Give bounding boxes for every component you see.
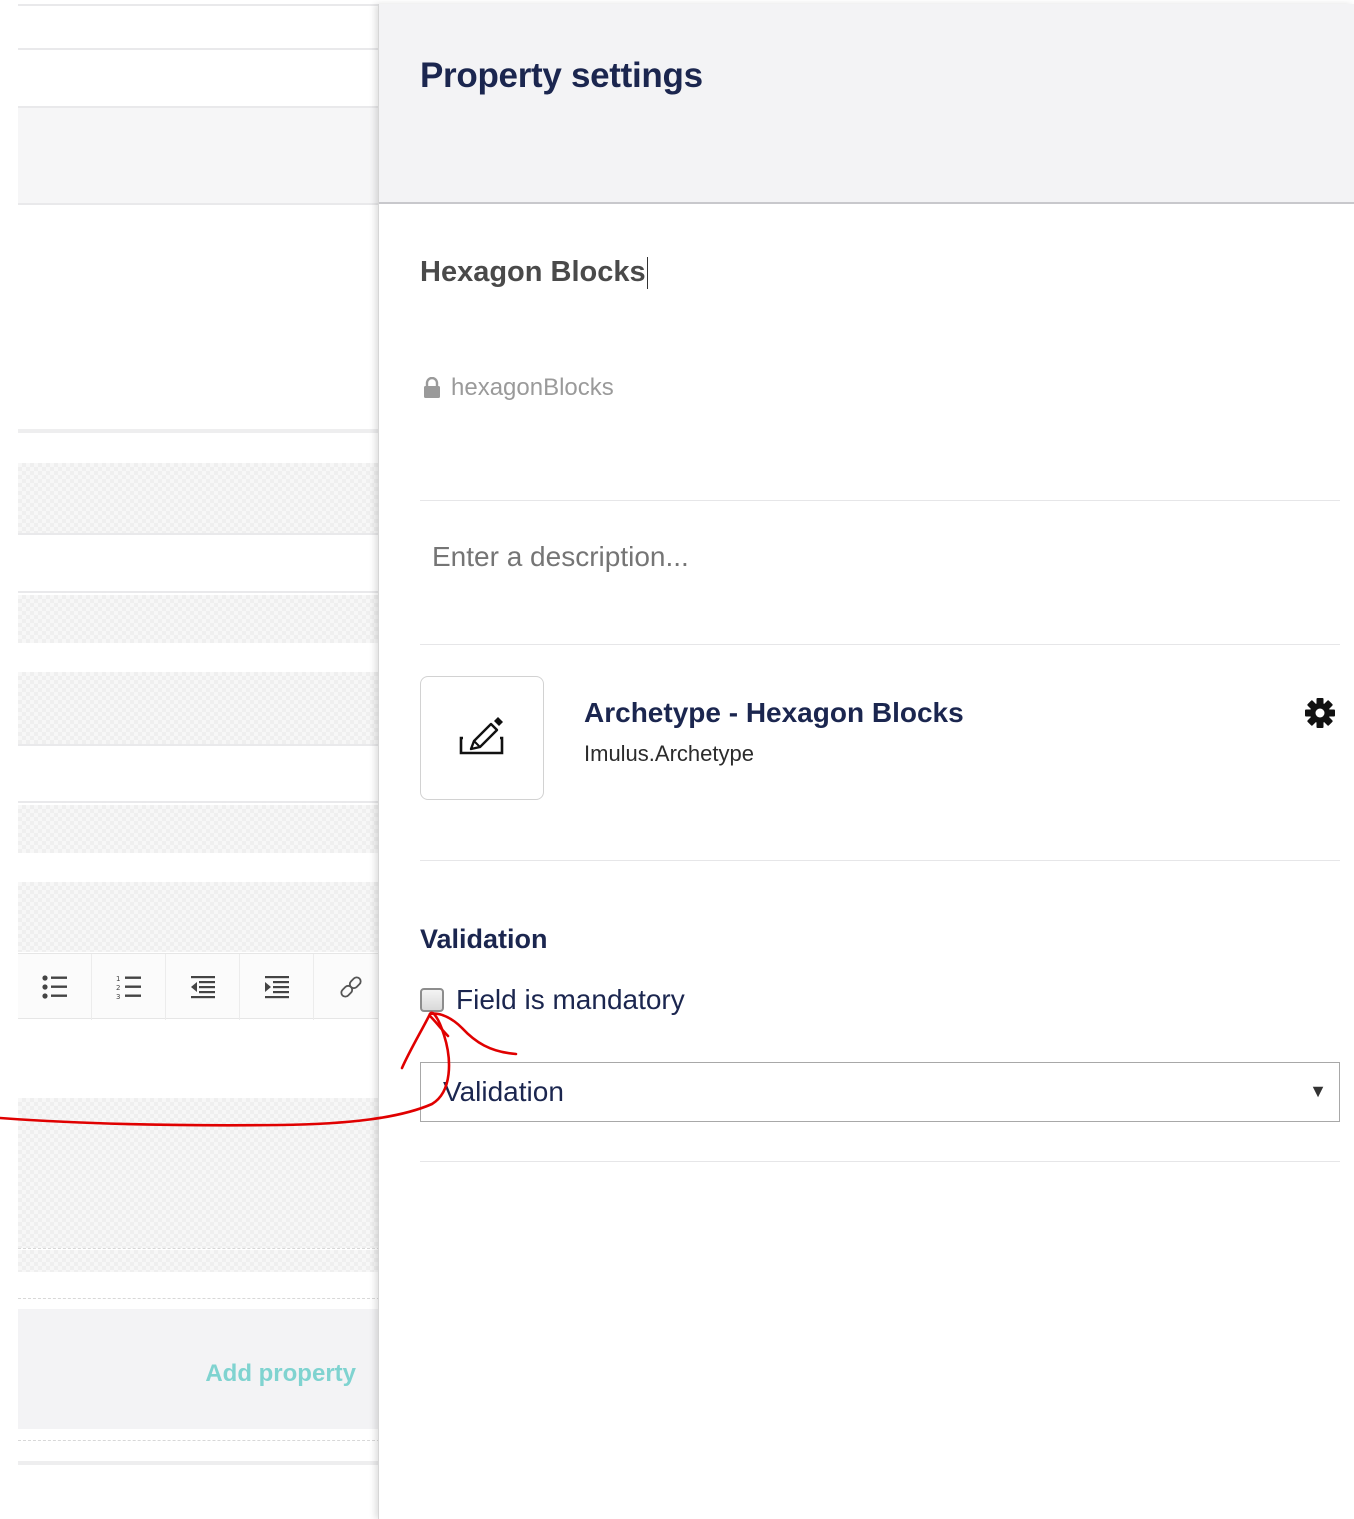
divider <box>420 500 1340 501</box>
property-placeholder <box>18 595 380 643</box>
dashed-divider <box>18 1248 380 1249</box>
divider <box>18 1461 380 1465</box>
property-editor-picker[interactable] <box>420 676 544 800</box>
validation-heading: Validation <box>420 924 548 954</box>
property-placeholder <box>18 672 380 744</box>
divider <box>18 533 380 535</box>
divider <box>18 48 380 50</box>
link-icon <box>340 976 362 998</box>
validation-select[interactable]: Validation ▼ <box>420 1062 1340 1122</box>
divider <box>18 106 380 108</box>
property-placeholder <box>18 1250 380 1272</box>
background-editor: 1 2 3 Add property <box>0 0 380 1519</box>
text-caret <box>646 257 649 290</box>
mandatory-label[interactable]: Field is mandatory <box>456 984 685 1016</box>
bulleted-list-button[interactable] <box>18 954 92 1020</box>
mandatory-checkbox[interactable] <box>420 988 444 1012</box>
dashed-divider <box>18 1298 380 1299</box>
property-placeholder <box>18 805 380 853</box>
property-name-input[interactable]: Hexagon Blocks <box>420 256 1020 290</box>
indent-icon <box>264 976 289 999</box>
link-button[interactable] <box>314 954 380 1020</box>
outdent-button[interactable] <box>166 954 240 1020</box>
divider <box>18 203 380 205</box>
editor-name: Archetype - Hexagon Blocks <box>584 697 964 728</box>
property-settings-panel: Property settings Hexagon Blocks hexagon… <box>378 4 1354 1519</box>
divider <box>18 801 380 803</box>
property-alias[interactable]: hexagonBlocks <box>423 374 614 402</box>
numbered-list-icon: 1 2 3 <box>116 975 141 1000</box>
description-input[interactable] <box>432 541 1312 573</box>
gear-icon[interactable] <box>1304 697 1336 729</box>
divider <box>18 744 380 746</box>
property-placeholder <box>18 463 380 533</box>
add-property-button[interactable]: Add property <box>205 1360 356 1388</box>
divider <box>420 860 1340 861</box>
edit-sign-icon <box>459 717 504 755</box>
property-placeholder <box>18 882 380 952</box>
indent-button[interactable] <box>240 954 314 1020</box>
bulleted-list-icon <box>41 975 67 999</box>
divider <box>18 4 380 6</box>
divider <box>420 644 1340 645</box>
panel-header: Property settings <box>379 4 1354 204</box>
lock-icon <box>424 377 440 398</box>
outdent-icon <box>190 976 215 999</box>
mandatory-row: Field is mandatory <box>420 984 685 1016</box>
numbered-list-button[interactable]: 1 2 3 <box>92 954 166 1020</box>
panel-title: Property settings <box>420 56 703 95</box>
divider <box>420 1161 1340 1162</box>
header-band <box>18 107 380 203</box>
property-placeholder <box>18 1098 380 1248</box>
validation-select-value: Validation <box>443 1076 564 1107</box>
dashed-divider <box>18 1440 380 1441</box>
editor-alias: Imulus.Archetype <box>584 741 754 766</box>
property-name-value: Hexagon Blocks <box>420 256 646 288</box>
svg-text:3: 3 <box>116 993 120 1000</box>
dropdown-arrow-icon: ▼ <box>1309 1081 1327 1101</box>
svg-text:2: 2 <box>116 984 120 992</box>
rte-toolbar: 1 2 3 <box>18 953 380 1020</box>
divider <box>18 429 380 433</box>
alias-text: hexagonBlocks <box>451 374 614 401</box>
divider <box>18 591 380 593</box>
svg-text:1: 1 <box>116 975 120 983</box>
